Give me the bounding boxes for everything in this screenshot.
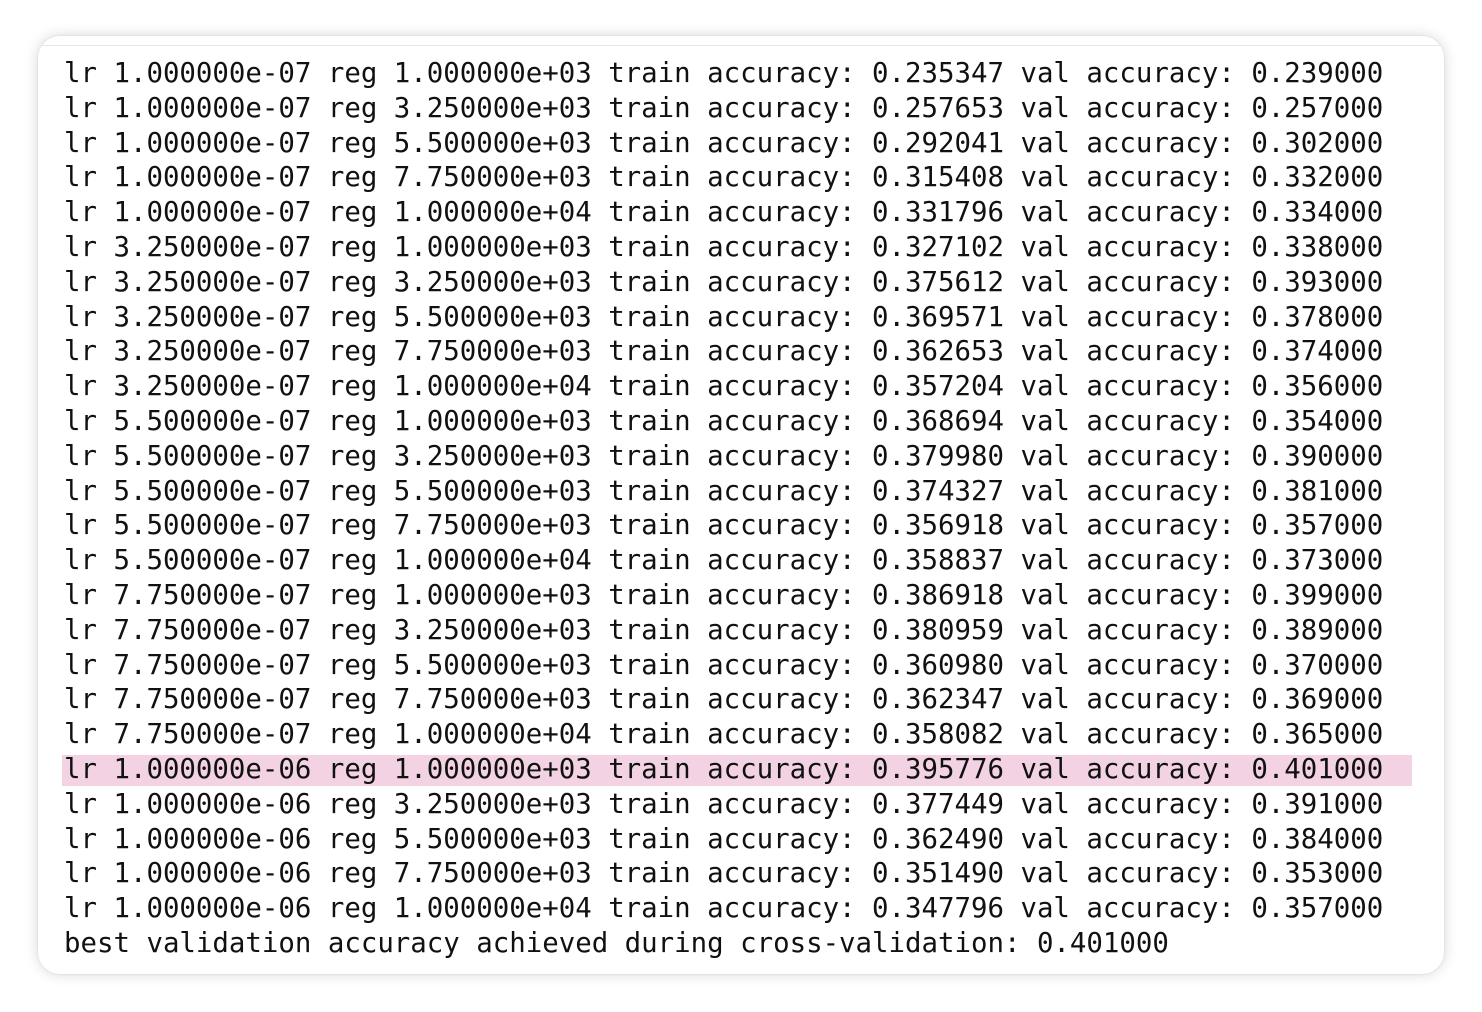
log-line: lr 1.000000e-07 reg 5.500000e+03 train a… [64, 127, 1384, 159]
log-line: lr 1.000000e-06 reg 3.250000e+03 train a… [64, 788, 1384, 820]
panel-divider [38, 45, 1444, 46]
log-line: lr 7.750000e-07 reg 1.000000e+04 train a… [64, 719, 1384, 751]
log-line-highlighted: lr 1.000000e-06 reg 1.000000e+03 train a… [38, 753, 1444, 788]
log-line: lr 7.750000e-07 reg 3.250000e+03 train a… [64, 614, 1384, 646]
log-line: lr 1.000000e-07 reg 7.750000e+03 train a… [64, 162, 1384, 194]
log-line: lr 1.000000e-06 reg 7.750000e+03 train a… [64, 858, 1384, 890]
log-line: lr 7.750000e-07 reg 1.000000e+03 train a… [64, 579, 1384, 611]
console-output: lr 1.000000e-07 reg 1.000000e+03 train a… [38, 57, 1444, 962]
log-line: lr 7.750000e-07 reg 5.500000e+03 train a… [64, 649, 1384, 681]
log-line: lr 3.250000e-07 reg 7.750000e+03 train a… [64, 336, 1384, 368]
log-line: lr 3.250000e-07 reg 1.000000e+04 train a… [64, 371, 1384, 403]
log-line: lr 3.250000e-07 reg 3.250000e+03 train a… [64, 266, 1384, 298]
log-line: lr 1.000000e-07 reg 1.000000e+03 train a… [64, 58, 1384, 89]
log-line: lr 5.500000e-07 reg 7.750000e+03 train a… [64, 510, 1384, 542]
log-line: lr 5.500000e-07 reg 5.500000e+03 train a… [64, 475, 1384, 507]
summary-line: best validation accuracy achieved during… [64, 927, 1169, 959]
log-line: lr 3.250000e-07 reg 1.000000e+03 train a… [64, 231, 1384, 263]
log-line: lr 5.500000e-07 reg 1.000000e+04 train a… [64, 545, 1384, 577]
log-line: lr 5.500000e-07 reg 1.000000e+03 train a… [64, 405, 1384, 437]
output-panel: lr 1.000000e-07 reg 1.000000e+03 train a… [38, 36, 1444, 974]
log-line: lr 1.000000e-06 reg 5.500000e+03 train a… [64, 823, 1384, 855]
log-line: lr 1.000000e-07 reg 1.000000e+04 train a… [64, 197, 1384, 229]
log-line: lr 7.750000e-07 reg 7.750000e+03 train a… [64, 684, 1384, 716]
log-line: lr 3.250000e-07 reg 5.500000e+03 train a… [64, 301, 1384, 333]
log-line: lr 5.500000e-07 reg 3.250000e+03 train a… [64, 440, 1384, 472]
log-line: lr 1.000000e-07 reg 3.250000e+03 train a… [64, 92, 1384, 124]
log-line: lr 1.000000e-06 reg 1.000000e+04 train a… [64, 893, 1384, 925]
